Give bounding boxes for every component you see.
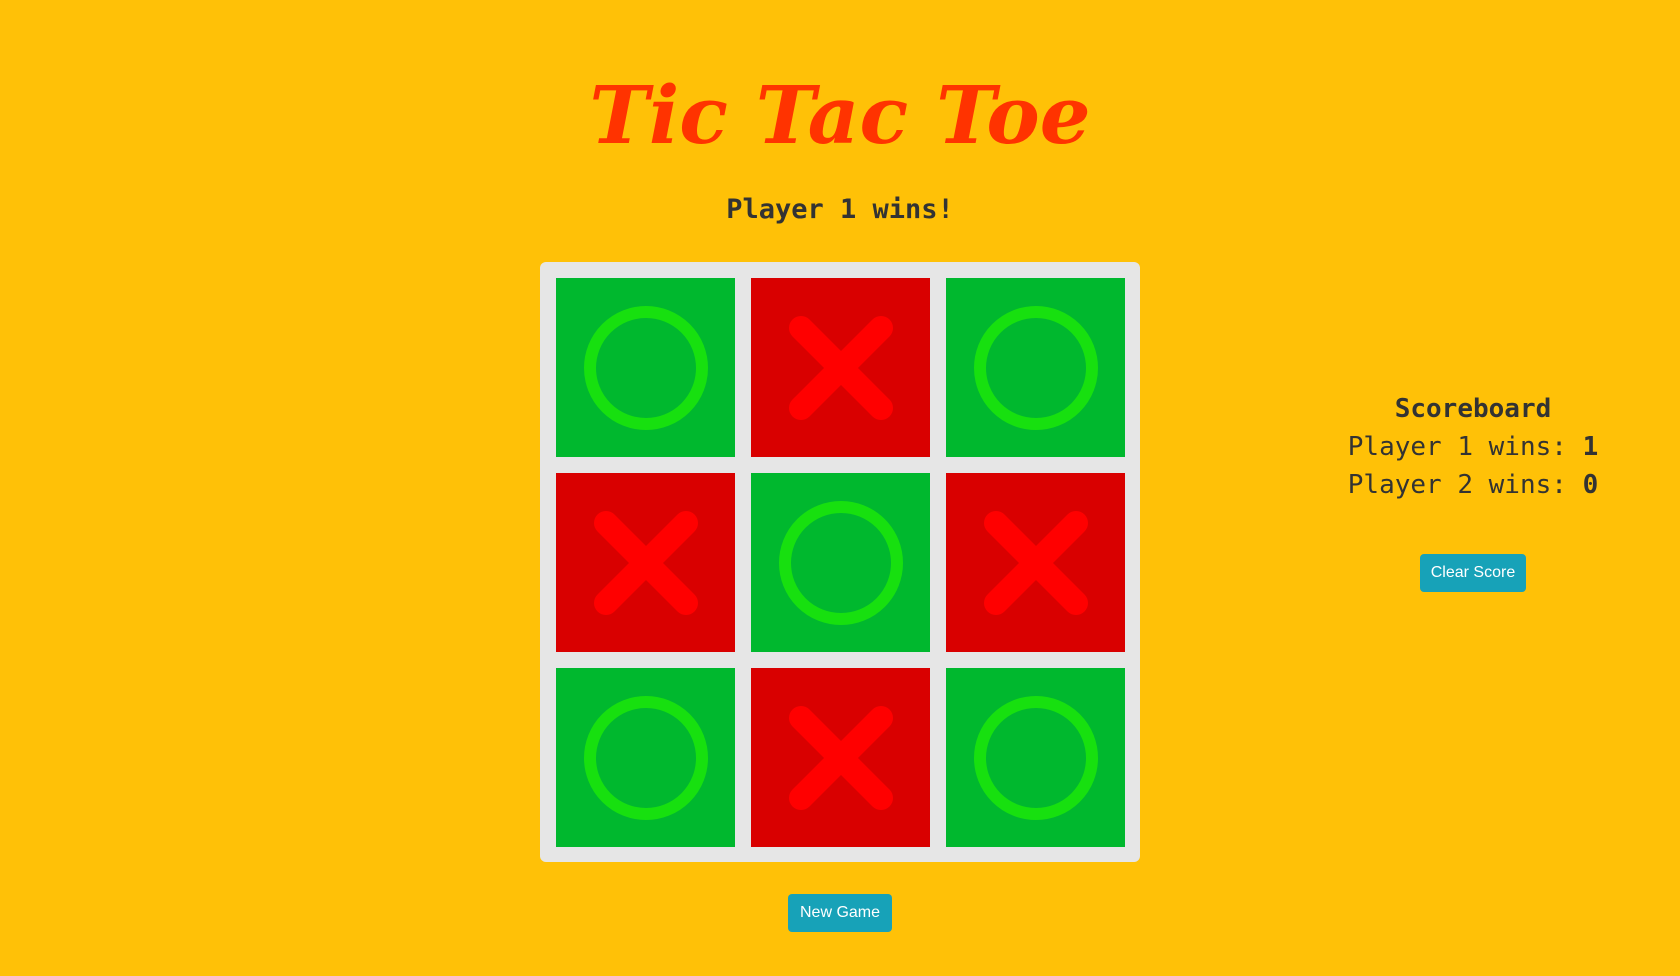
x-mark-icon xyxy=(593,510,698,615)
scoreboard-title: Scoreboard xyxy=(1394,394,1552,424)
o-mark-icon xyxy=(973,305,1098,430)
x-mark-icon xyxy=(788,315,893,420)
player2-score: Player 2 wins: 0 xyxy=(1320,466,1626,504)
page-title: Tic Tac Toe xyxy=(589,68,1091,162)
game-status: Player 1 wins! xyxy=(726,194,954,225)
scoreboard: Scoreboard Player 1 wins: 1 Player 2 win… xyxy=(1320,390,1626,504)
board-cell-1-1[interactable] xyxy=(556,278,735,457)
player2-score-label: Player 2 wins: xyxy=(1347,470,1583,500)
board-cell-2-3[interactable] xyxy=(946,473,1125,652)
player1-score: Player 1 wins: 1 xyxy=(1320,428,1626,466)
clear-score-button[interactable]: Clear Score xyxy=(1420,554,1526,592)
board-cell-3-3[interactable] xyxy=(946,668,1125,847)
o-mark-icon xyxy=(583,305,708,430)
board-cell-1-3[interactable] xyxy=(946,278,1125,457)
new-game-button[interactable]: New Game xyxy=(788,894,892,932)
board-cell-2-2[interactable] xyxy=(751,473,930,652)
o-mark-icon xyxy=(973,695,1098,820)
player1-score-value: 1 xyxy=(1582,432,1599,462)
player1-score-label: Player 1 wins: xyxy=(1347,432,1583,462)
game-board xyxy=(540,262,1140,862)
board-cell-3-2[interactable] xyxy=(751,668,930,847)
o-mark-icon xyxy=(583,695,708,820)
board-cell-1-2[interactable] xyxy=(751,278,930,457)
o-mark-icon xyxy=(778,500,903,625)
player2-score-value: 0 xyxy=(1582,470,1599,500)
x-mark-icon xyxy=(788,705,893,810)
board-cell-2-1[interactable] xyxy=(556,473,735,652)
x-mark-icon xyxy=(983,510,1088,615)
board-cell-3-1[interactable] xyxy=(556,668,735,847)
